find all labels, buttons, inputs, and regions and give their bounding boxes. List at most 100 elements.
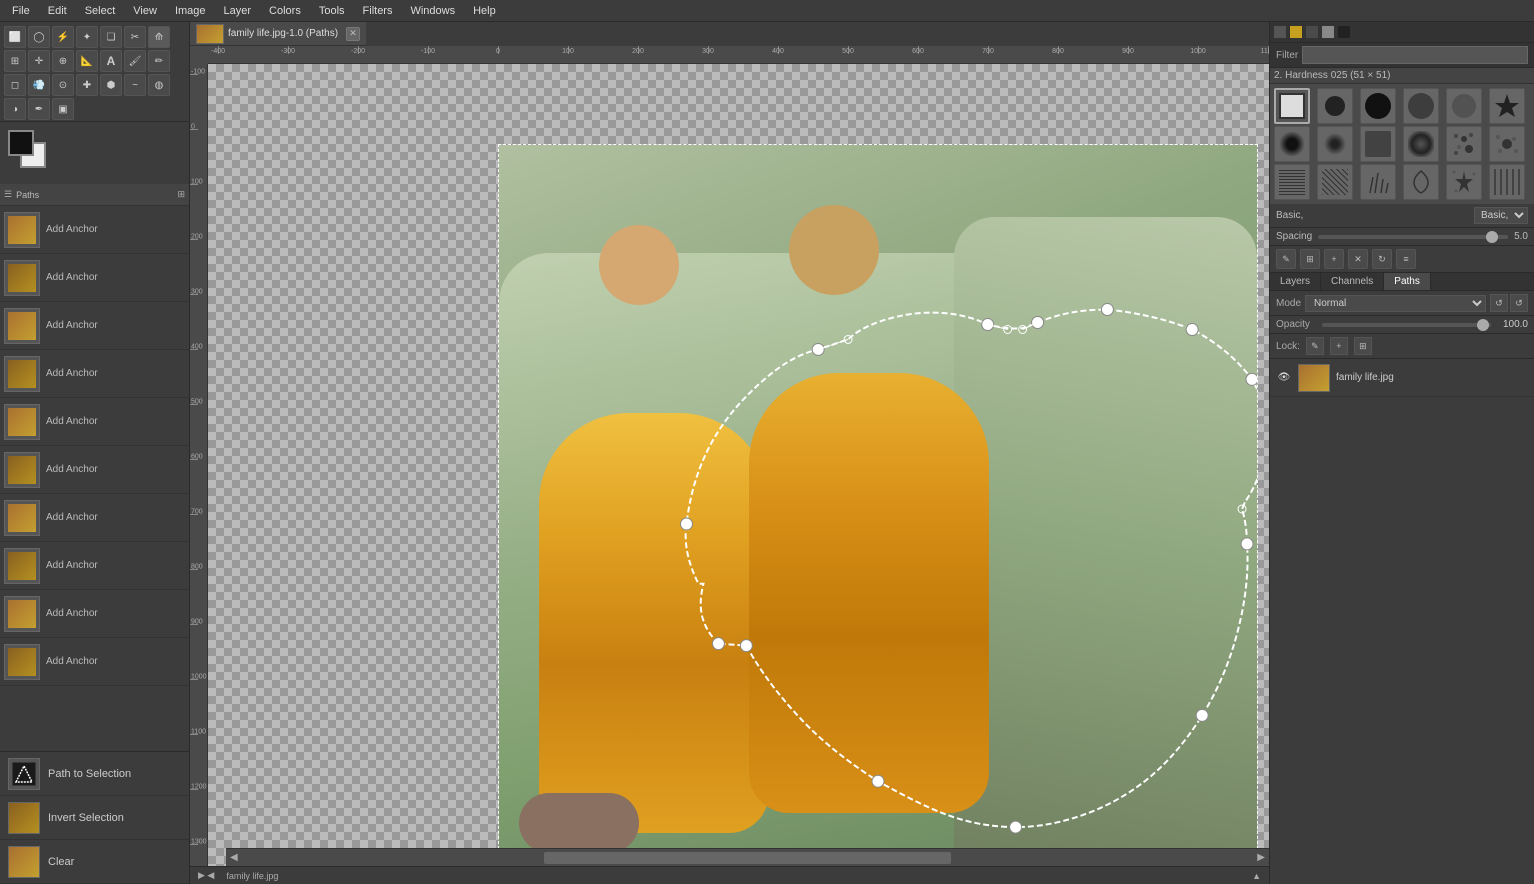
tool-paths[interactable]: ⟰ bbox=[148, 26, 170, 48]
tool-rectangle-select[interactable]: ⬜ bbox=[4, 26, 26, 48]
tool-pencil[interactable]: ✏ bbox=[148, 50, 170, 72]
menu-colors[interactable]: Colors bbox=[261, 3, 309, 19]
tool-dodge[interactable]: ◑ bbox=[4, 98, 26, 120]
lock-all-button[interactable]: ⊞ bbox=[1354, 337, 1372, 355]
opacity-thumb[interactable] bbox=[1477, 319, 1489, 331]
brush-duplicate-button[interactable]: ⊞ bbox=[1300, 249, 1320, 269]
scroll-left-arrow[interactable]: ◀ bbox=[228, 852, 240, 863]
tool-scissors[interactable]: ✂ bbox=[124, 26, 146, 48]
tool-heal[interactable]: ✚ bbox=[76, 74, 98, 96]
brush-cell-5[interactable] bbox=[1446, 88, 1482, 124]
menu-layer[interactable]: Layer bbox=[216, 3, 260, 19]
brush-cell-8[interactable] bbox=[1317, 126, 1353, 162]
menu-select[interactable]: Select bbox=[77, 3, 124, 19]
swatch-mid[interactable] bbox=[1321, 25, 1335, 39]
tool-text[interactable]: A bbox=[100, 50, 122, 72]
tool-eraser[interactable]: ◻ bbox=[4, 74, 26, 96]
brush-cell-1[interactable] bbox=[1274, 88, 1310, 124]
path-item-9[interactable]: Add Anchor bbox=[0, 590, 189, 638]
tool-ellipse-select[interactable]: ◯ bbox=[28, 26, 50, 48]
foreground-color-swatch[interactable] bbox=[8, 130, 34, 156]
path-item-10[interactable]: Add Anchor bbox=[0, 638, 189, 686]
path-item-5[interactable]: Add Anchor bbox=[0, 398, 189, 446]
mode-dropdown[interactable]: Normal bbox=[1305, 295, 1486, 312]
path-to-selection-button[interactable]: Path to Selection bbox=[0, 752, 189, 796]
tool-fill[interactable]: ▣ bbox=[52, 98, 74, 120]
swatch-yellow[interactable] bbox=[1289, 25, 1303, 39]
menu-file[interactable]: File bbox=[4, 3, 38, 19]
tool-smudge[interactable]: ~ bbox=[124, 74, 146, 96]
brush-cell-4[interactable] bbox=[1403, 88, 1439, 124]
tab-layers[interactable]: Layers bbox=[1270, 273, 1321, 290]
brush-cell-2[interactable] bbox=[1317, 88, 1353, 124]
tab-channels[interactable]: Channels bbox=[1321, 273, 1384, 290]
brush-cell-6[interactable] bbox=[1489, 88, 1525, 124]
lock-pixels-button[interactable]: ✎ bbox=[1306, 337, 1324, 355]
horizontal-scrollbar[interactable]: ◀ ▶ bbox=[226, 848, 1269, 866]
brush-cell-15[interactable] bbox=[1360, 164, 1396, 200]
swatch-dark[interactable] bbox=[1305, 25, 1319, 39]
menu-edit[interactable]: Edit bbox=[40, 3, 75, 19]
tool-fuzzy-select[interactable]: ✦ bbox=[76, 26, 98, 48]
scroll-thumb[interactable] bbox=[544, 852, 950, 864]
lock-position-button[interactable]: + bbox=[1330, 337, 1348, 355]
tool-ink[interactable]: ✒ bbox=[28, 98, 50, 120]
canvas-area[interactable]: -400-300-200-100010020030040050060070080… bbox=[190, 46, 1269, 884]
brush-cell-16[interactable] bbox=[1403, 164, 1439, 200]
menu-filters[interactable]: Filters bbox=[355, 3, 401, 19]
swatch-black[interactable] bbox=[1337, 25, 1351, 39]
menu-tools[interactable]: Tools bbox=[311, 3, 353, 19]
tool-clone[interactable]: ⊙ bbox=[52, 74, 74, 96]
brush-add-button[interactable]: + bbox=[1324, 249, 1344, 269]
brush-cell-18[interactable] bbox=[1489, 164, 1525, 200]
tool-airbrush[interactable]: 💨 bbox=[28, 74, 50, 96]
mode-undo-button[interactable]: ↺ bbox=[1490, 294, 1508, 312]
menu-windows[interactable]: Windows bbox=[402, 3, 463, 19]
tool-move[interactable]: ✛ bbox=[28, 50, 50, 72]
invert-selection-button[interactable]: Invert Selection bbox=[0, 796, 189, 840]
tool-zoom[interactable]: ⊕ bbox=[52, 50, 74, 72]
brush-cell-13[interactable] bbox=[1274, 164, 1310, 200]
tool-blur[interactable]: ◍ bbox=[148, 74, 170, 96]
brush-cell-12[interactable] bbox=[1489, 126, 1525, 162]
brush-filter-input[interactable] bbox=[1302, 46, 1528, 64]
brush-cell-3[interactable] bbox=[1360, 88, 1396, 124]
tab-paths[interactable]: Paths bbox=[1384, 273, 1431, 290]
brush-cell-7[interactable] bbox=[1274, 126, 1310, 162]
path-item-6[interactable]: Add Anchor bbox=[0, 446, 189, 494]
swatch-gray[interactable] bbox=[1273, 25, 1287, 39]
path-item-1[interactable]: Add Anchor bbox=[0, 206, 189, 254]
tool-transform[interactable]: ⊞ bbox=[4, 50, 26, 72]
brush-cell-10[interactable] bbox=[1403, 126, 1439, 162]
brush-cell-14[interactable] bbox=[1317, 164, 1353, 200]
brush-refresh-button[interactable]: ↻ bbox=[1372, 249, 1392, 269]
spacing-slider[interactable] bbox=[1318, 235, 1508, 239]
brush-delete-button[interactable]: ✕ bbox=[1348, 249, 1368, 269]
mode-lock-button[interactable]: ↺ bbox=[1510, 294, 1528, 312]
path-item-8[interactable]: Add Anchor bbox=[0, 542, 189, 590]
path-item-4[interactable]: Add Anchor bbox=[0, 350, 189, 398]
document-close-button[interactable]: ✕ bbox=[346, 27, 360, 41]
layer-row-1[interactable]: 👁 family life.jpg bbox=[1270, 359, 1534, 397]
tool-perspective[interactable]: ⬢ bbox=[100, 74, 122, 96]
brush-cell-17[interactable] bbox=[1446, 164, 1482, 200]
clear-button[interactable]: Clear bbox=[0, 840, 189, 884]
menu-view[interactable]: View bbox=[125, 3, 165, 19]
layer-visibility-toggle[interactable]: 👁 bbox=[1276, 370, 1292, 386]
color-swatch-wrap[interactable] bbox=[8, 130, 50, 172]
tool-measure[interactable]: 📐 bbox=[76, 50, 98, 72]
scroll-right-arrow[interactable]: ▶ bbox=[1255, 852, 1267, 863]
path-item-3[interactable]: Add Anchor bbox=[0, 302, 189, 350]
brush-category-dropdown[interactable]: Basic, bbox=[1474, 207, 1528, 224]
tool-select-by-color[interactable]: ❏ bbox=[100, 26, 122, 48]
canvas-viewport[interactable]: ◀ ▶ bbox=[208, 64, 1269, 866]
opacity-slider[interactable] bbox=[1322, 323, 1491, 327]
brush-menu-button[interactable]: ≡ bbox=[1396, 249, 1416, 269]
brush-cell-11[interactable] bbox=[1446, 126, 1482, 162]
tool-paintbrush[interactable]: 🖌 bbox=[124, 50, 146, 72]
spacing-thumb[interactable] bbox=[1486, 231, 1498, 243]
path-item-7[interactable]: Add Anchor bbox=[0, 494, 189, 542]
menu-image[interactable]: Image bbox=[167, 3, 214, 19]
path-item-2[interactable]: Add Anchor bbox=[0, 254, 189, 302]
scroll-track[interactable] bbox=[240, 852, 1256, 864]
